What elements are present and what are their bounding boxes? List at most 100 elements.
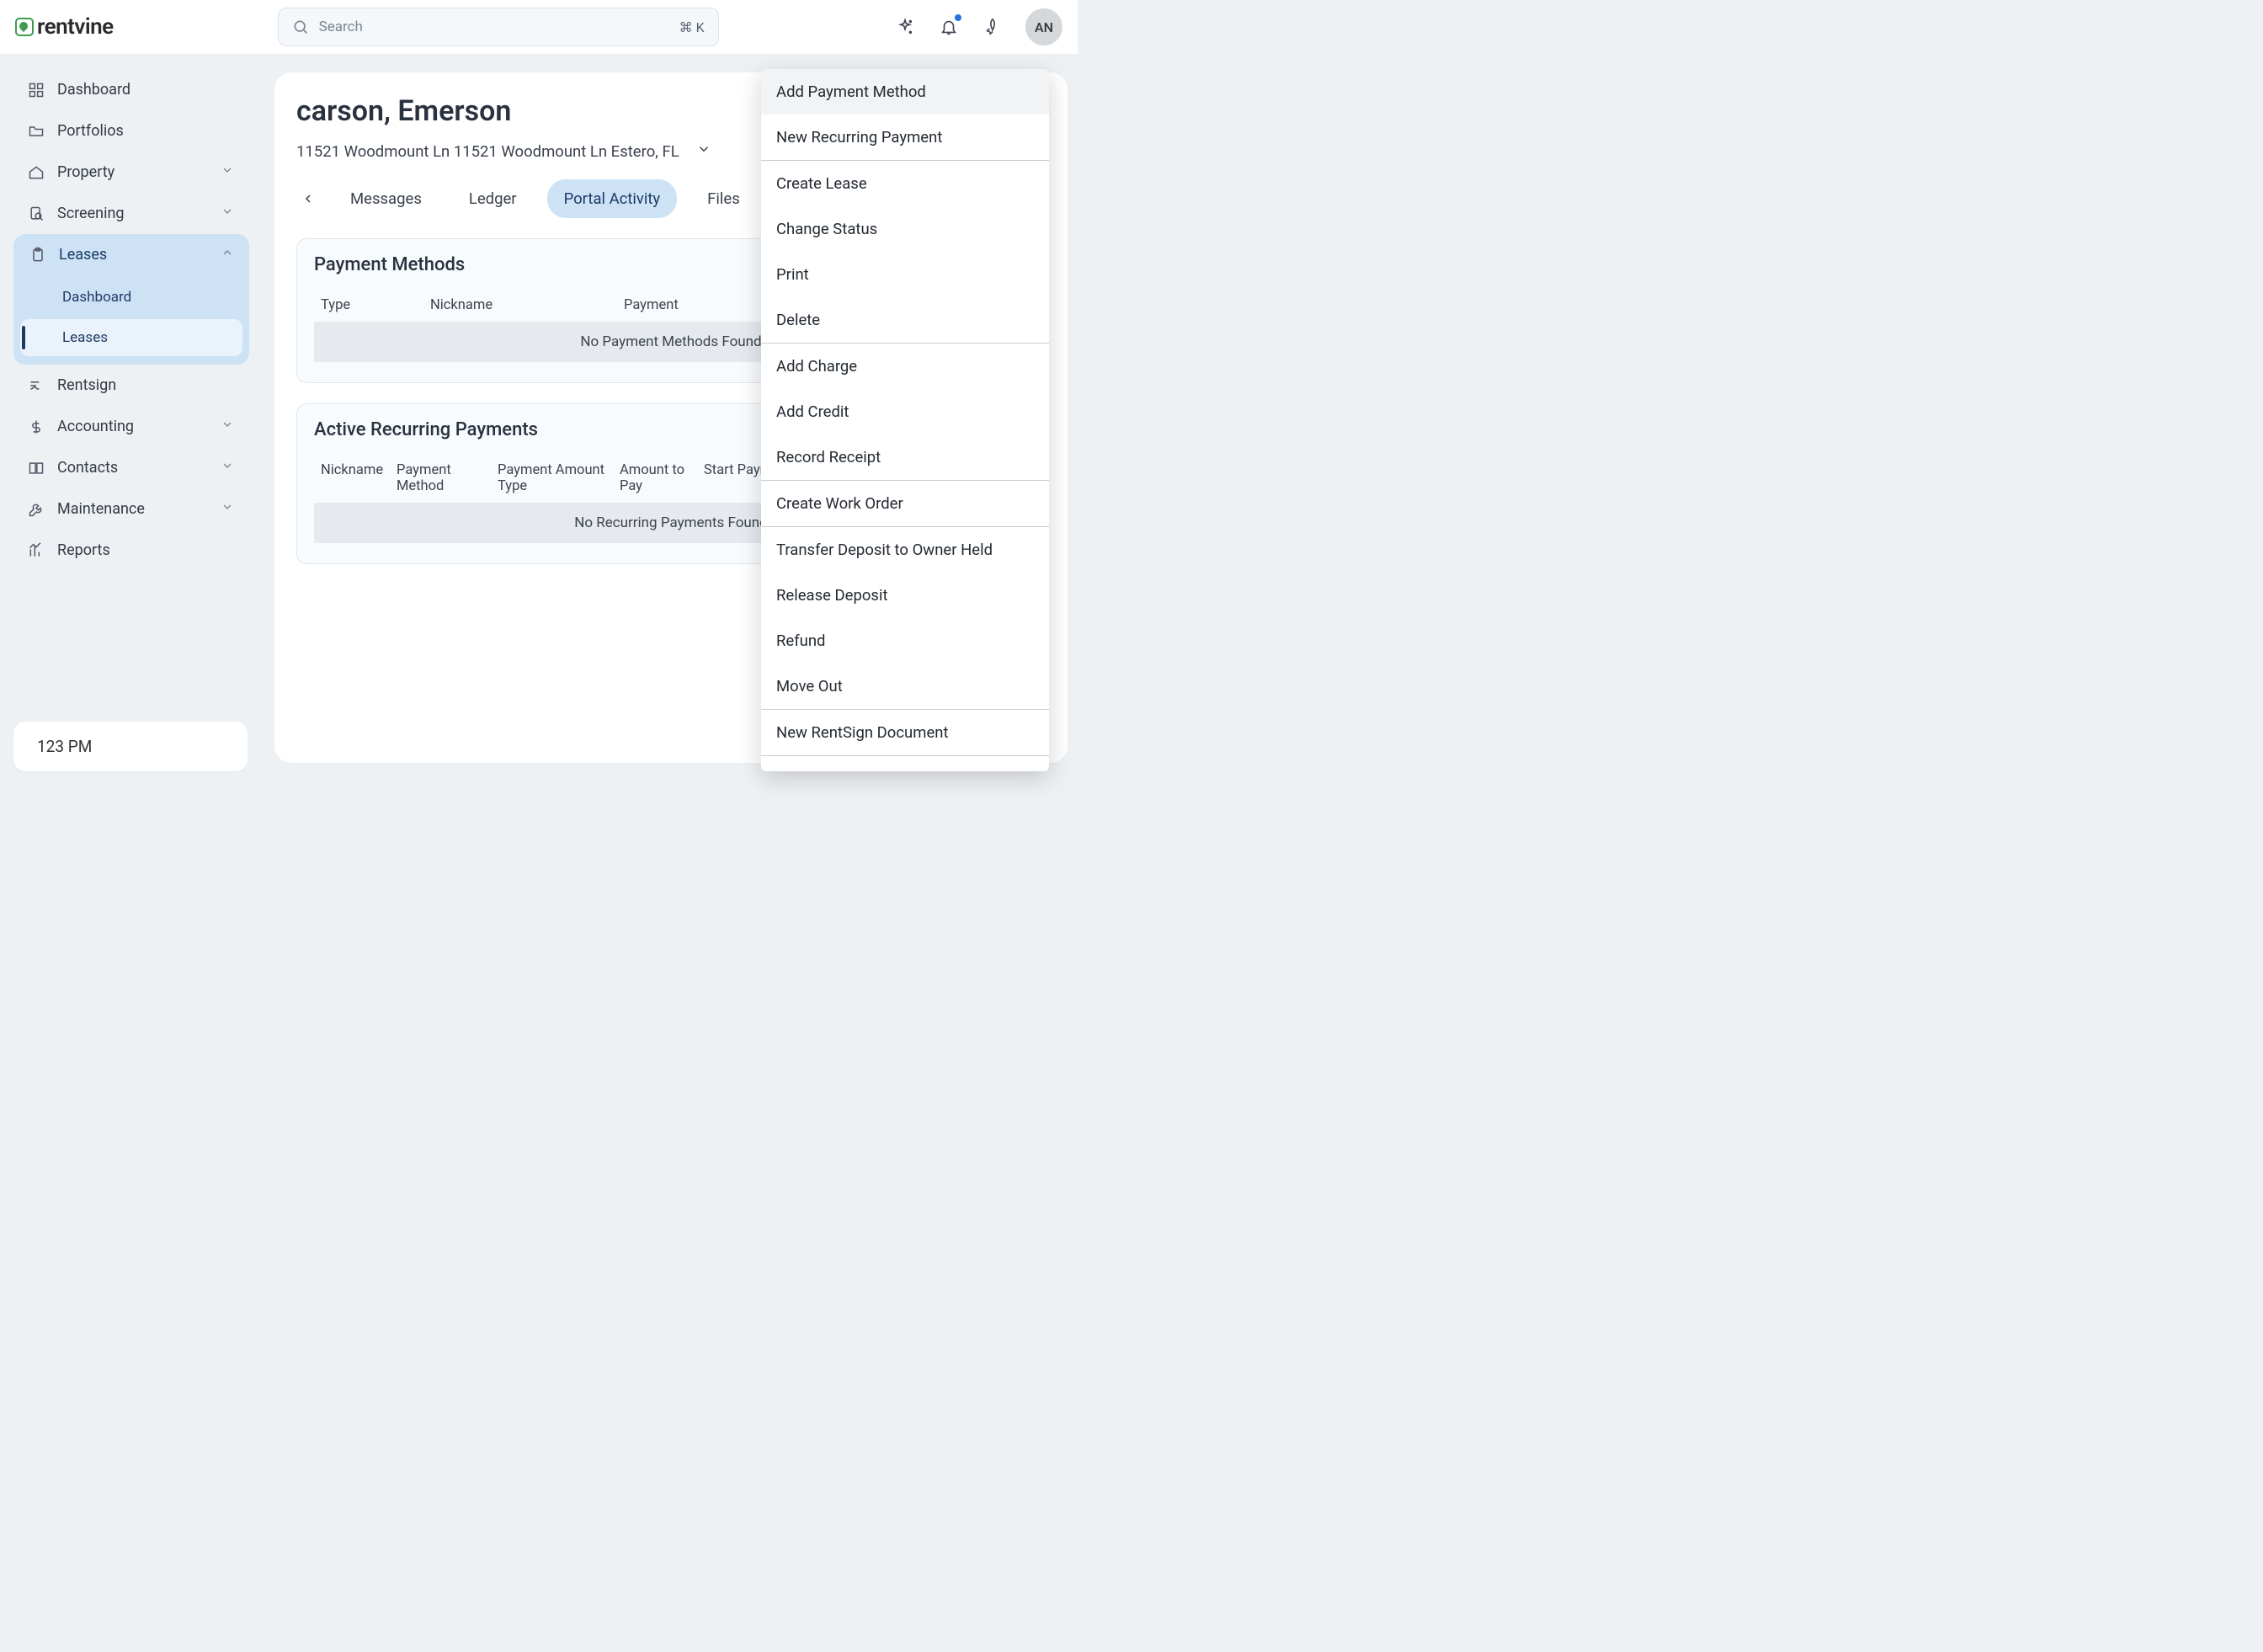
tab-files[interactable]: Files (690, 179, 757, 218)
sidebar-item-rentsign[interactable]: Rentsign (12, 365, 249, 406)
menu-item-label: Print (776, 265, 809, 284)
sidebar-item-label: Maintenance (57, 500, 145, 518)
sidebar-sub-label: Leases (62, 329, 108, 346)
chevron-down-icon (221, 205, 234, 222)
sidebar-item-dashboard[interactable]: Dashboard (12, 69, 249, 110)
menu-item-label: Add Credit (776, 402, 849, 421)
sidebar-item-reports[interactable]: Reports (12, 530, 249, 571)
chevron-down-icon (221, 459, 234, 477)
tab-messages[interactable]: Messages (333, 179, 439, 218)
menu-item-create-lease[interactable]: Create Lease (761, 161, 1049, 206)
menu-item-view-lease-custom-fields[interactable]: View Lease Custom Field Categories (761, 756, 1049, 771)
menu-item-label: Create Work Order (776, 494, 903, 513)
menu-item-refund[interactable]: Refund (761, 618, 1049, 663)
search-shortcut: ⌘ K (679, 19, 705, 35)
wrench-icon (27, 501, 45, 518)
menu-item-change-status[interactable]: Change Status (761, 206, 1049, 252)
folder-icon (27, 123, 45, 140)
sidebar-item-screening[interactable]: Screening (12, 193, 249, 234)
menu-item-print[interactable]: Print (761, 252, 1049, 297)
brand-text: rentvine (37, 14, 114, 40)
tab-label: Portal Activity (564, 189, 661, 208)
tab-label: Files (707, 189, 740, 208)
chevron-down-icon (221, 163, 234, 181)
sidebar-item-contacts[interactable]: Contacts (12, 447, 249, 488)
clipboard-icon (29, 247, 47, 264)
menu-item-label: New RentSign Document (776, 723, 949, 742)
brand-icon (15, 18, 34, 36)
col-nickname: Nickname (321, 462, 397, 494)
sidebar-sub-dashboard[interactable]: Dashboard (20, 279, 242, 316)
sparkle-icon[interactable] (894, 16, 916, 38)
sidebar-item-accounting[interactable]: Accounting (12, 406, 249, 447)
sidebar-sub-leases[interactable]: Leases (20, 319, 242, 356)
book-icon (27, 460, 45, 477)
col-amount-type: Payment Amount Type (498, 462, 620, 494)
search-icon (292, 19, 309, 35)
sidebar-group-leases: Leases Dashboard Leases (13, 234, 249, 365)
search-input[interactable]: Search ⌘ K (278, 8, 719, 46)
header-actions: AN (894, 8, 1062, 45)
menu-item-release-deposit[interactable]: Release Deposit (761, 573, 1049, 618)
sidebar-item-label: Accounting (57, 418, 134, 435)
sidebar-item-property[interactable]: Property (12, 152, 249, 193)
signature-icon (27, 377, 45, 394)
header: rentvine Search ⌘ K AN (0, 0, 1078, 54)
tab-ledger[interactable]: Ledger (452, 179, 534, 218)
menu-item-label: Add Payment Method (776, 83, 926, 101)
sidebar-item-label: Reports (57, 541, 110, 559)
action-menu-scroll[interactable]: Add Payment Method New Recurring Payment… (761, 69, 1049, 771)
menu-item-label: Move Out (776, 677, 843, 695)
chevron-up-icon (221, 246, 234, 264)
time-text: 123 PM (37, 737, 92, 756)
time-display: 123 PM (13, 722, 248, 771)
menu-item-new-rentsign-doc[interactable]: New RentSign Document (761, 710, 1049, 755)
menu-item-label: Release Deposit (776, 586, 888, 605)
menu-item-label: Delete (776, 311, 820, 329)
menu-item-label: Refund (776, 631, 826, 650)
menu-item-label: Record Receipt (776, 448, 881, 466)
menu-item-transfer-deposit[interactable]: Transfer Deposit to Owner Held (761, 527, 1049, 573)
menu-item-add-charge[interactable]: Add Charge (761, 344, 1049, 389)
sidebar-item-maintenance[interactable]: Maintenance (12, 488, 249, 530)
tab-portal-activity[interactable]: Portal Activity (547, 179, 678, 218)
col-type: Type (321, 297, 430, 313)
action-menu: Add Payment Method New Recurring Payment… (761, 69, 1049, 771)
tab-label: Messages (350, 189, 422, 208)
menu-item-new-recurring-payment[interactable]: New Recurring Payment (761, 115, 1049, 160)
search-wrap: Search ⌘ K (278, 8, 719, 46)
menu-item-label: Change Status (776, 220, 877, 238)
chevron-down-icon (221, 418, 234, 435)
notifications-icon[interactable] (938, 16, 960, 38)
sidebar-item-leases[interactable]: Leases (13, 234, 249, 275)
house-icon (27, 164, 45, 181)
chevron-down-icon[interactable] (696, 141, 711, 161)
sidebar-item-portfolios[interactable]: Portfolios (12, 110, 249, 152)
menu-item-add-payment-method[interactable]: Add Payment Method (761, 69, 1049, 115)
sidebar-sub-label: Dashboard (62, 289, 131, 306)
sidebar-item-label: Property (57, 163, 114, 181)
menu-item-delete[interactable]: Delete (761, 297, 1049, 343)
menu-item-move-out[interactable]: Move Out (761, 663, 1049, 709)
tab-back-icon[interactable] (296, 192, 320, 205)
chart-icon (27, 542, 45, 559)
dashboard-icon (27, 82, 45, 99)
sidebar-item-label: Contacts (57, 459, 118, 477)
rocket-icon[interactable] (982, 16, 1004, 38)
brand-logo[interactable]: rentvine (15, 14, 114, 40)
sidebar: Dashboard Portfolios Property Screening … (0, 54, 261, 586)
menu-item-add-credit[interactable]: Add Credit (761, 389, 1049, 434)
menu-item-label: Add Charge (776, 357, 857, 376)
magnify-doc-icon (27, 205, 45, 222)
chevron-down-icon (221, 500, 234, 518)
menu-item-label: Transfer Deposit to Owner Held (776, 541, 993, 559)
menu-item-create-work-order[interactable]: Create Work Order (761, 481, 1049, 526)
sidebar-item-label: Dashboard (57, 81, 130, 99)
menu-item-label: View Lease Custom Field Categories (776, 770, 1029, 771)
col-payment-method: Payment Method (397, 462, 498, 494)
avatar[interactable]: AN (1025, 8, 1062, 45)
menu-item-record-receipt[interactable]: Record Receipt (761, 434, 1049, 480)
dollar-icon (27, 418, 45, 435)
sidebar-item-label: Leases (59, 246, 107, 264)
avatar-initials: AN (1035, 19, 1053, 35)
